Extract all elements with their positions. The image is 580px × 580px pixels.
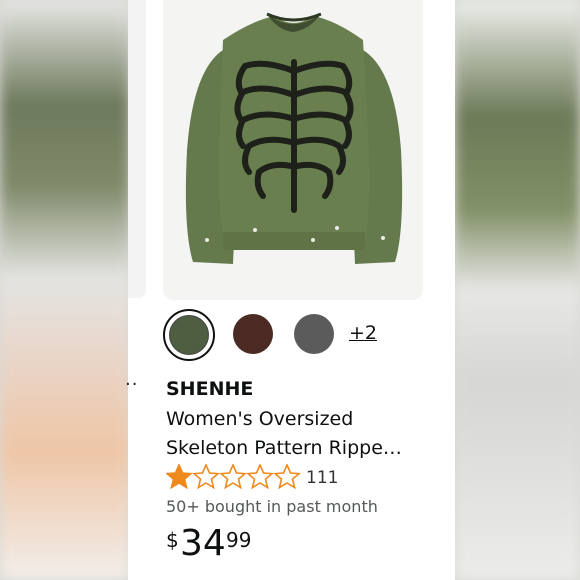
- product-title-line1: Women's Oversized: [166, 408, 354, 430]
- swatch-gray[interactable]: [294, 314, 334, 354]
- previous-title-ellipsis: ··: [125, 374, 139, 395]
- price-whole: 34: [180, 523, 226, 564]
- sweater-image: [185, 12, 403, 264]
- star-rating-icon: [166, 464, 300, 489]
- swatch-green-fill: [169, 315, 209, 355]
- background-blur-left: [0, 0, 130, 580]
- price-fraction: 99: [226, 528, 252, 552]
- swatch-brown[interactable]: [233, 314, 273, 354]
- star-outline-icon: [220, 464, 246, 489]
- bought-in-past-month: 50+ bought in past month: [166, 497, 378, 516]
- color-swatches: +2: [163, 309, 423, 364]
- product-title[interactable]: Women's Oversized Skeleton Pattern Rippe…: [166, 405, 436, 463]
- brand-name: SHENHE: [166, 378, 254, 400]
- background-blur-right: [455, 0, 580, 580]
- star-outline-icon: [274, 464, 300, 489]
- product-image[interactable]: [163, 0, 423, 300]
- star-filled-icon: [167, 465, 191, 488]
- star-outline-icon: [193, 464, 219, 489]
- price-currency: $: [166, 528, 179, 552]
- previous-card-edge[interactable]: [128, 0, 146, 298]
- swatch-green-selected[interactable]: [163, 309, 215, 361]
- star-outline-icon: [247, 464, 273, 489]
- more-colors-link[interactable]: +2: [349, 322, 377, 344]
- product-title-line2: Skeleton Pattern Rippe…: [166, 437, 402, 459]
- rating-count[interactable]: 111: [306, 468, 338, 488]
